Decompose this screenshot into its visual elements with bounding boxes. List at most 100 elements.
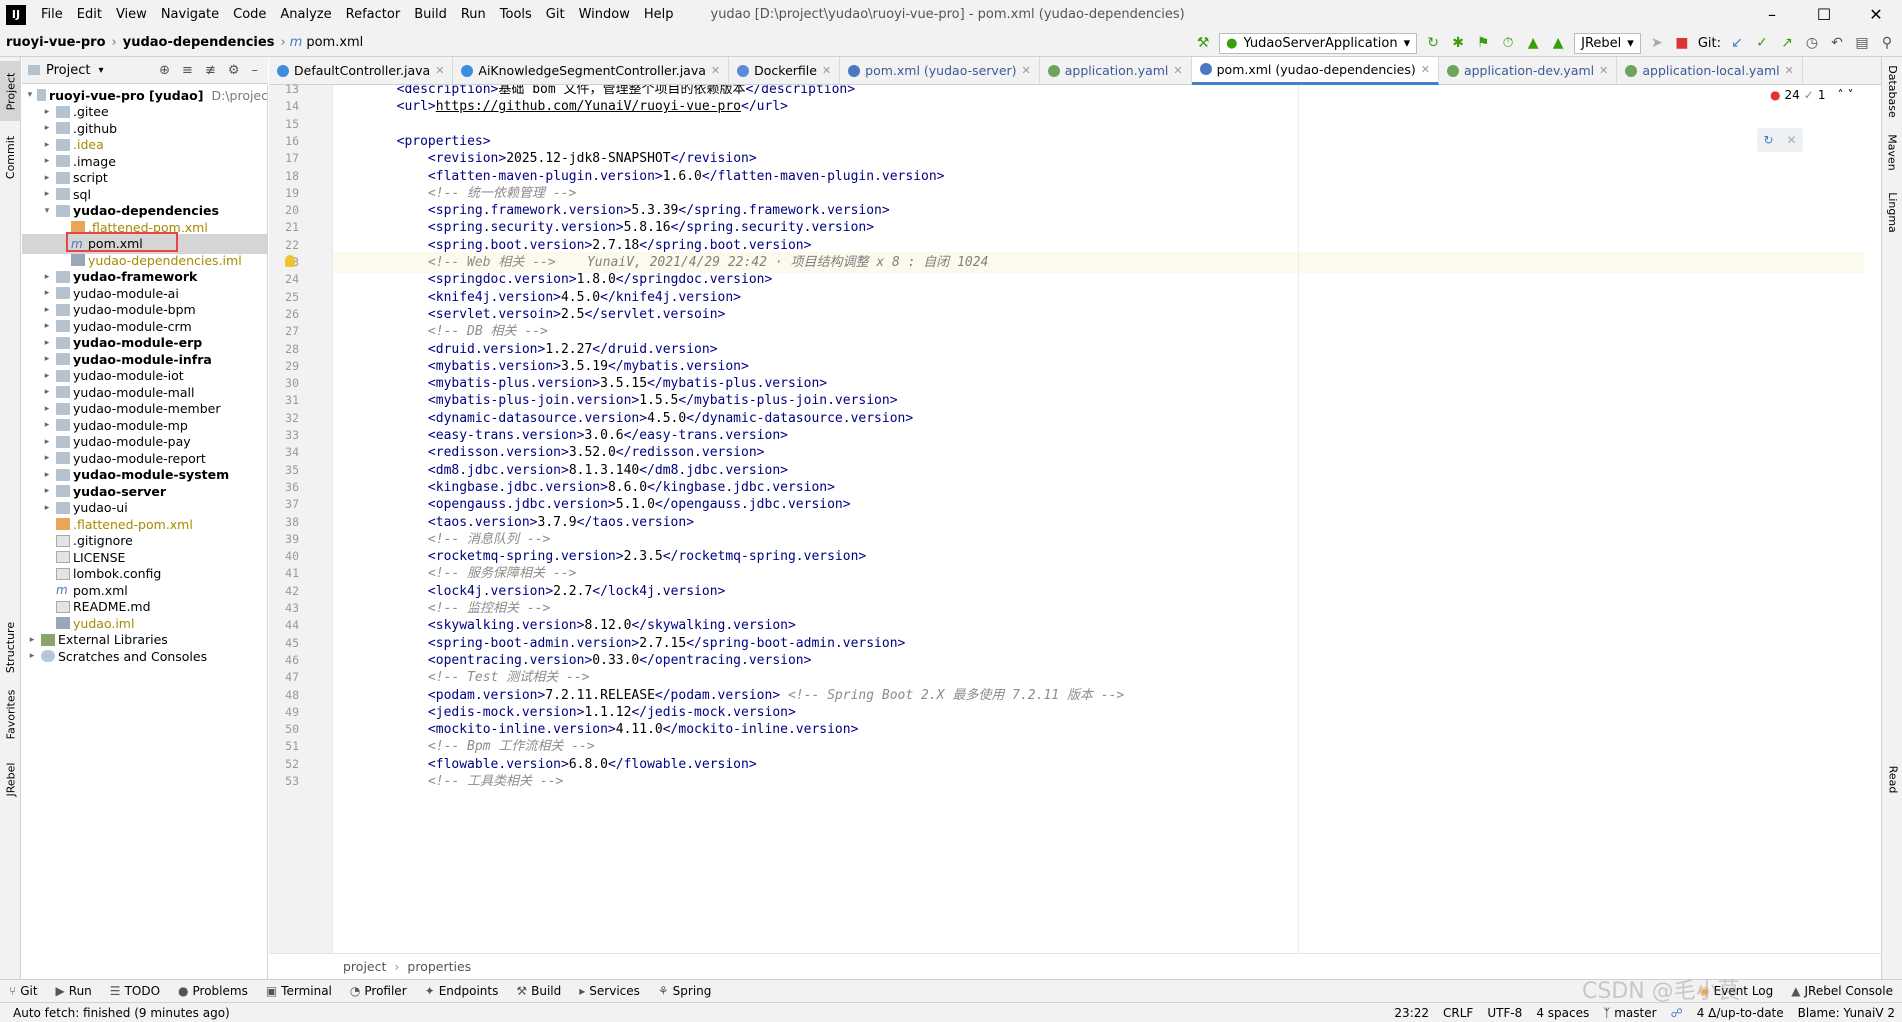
editor-tab[interactable]: application-dev.yaml ✕ xyxy=(1439,56,1618,85)
editor-tab[interactable]: pom.xml (yudao-dependencies) ✕ xyxy=(1191,56,1439,85)
locate-icon[interactable]: ⊕ xyxy=(159,63,170,78)
line-separator[interactable]: CRLF xyxy=(1436,1006,1480,1020)
close-tab-icon[interactable]: ✕ xyxy=(435,64,444,77)
expand-all-icon[interactable]: ≡ xyxy=(182,63,193,78)
chevron-right-icon[interactable]: ▸ xyxy=(41,140,53,150)
chevron-right-icon[interactable]: ▸ xyxy=(41,272,53,282)
chevron-right-icon[interactable]: ▸ xyxy=(41,486,53,496)
tab-favorites[interactable]: Favorites xyxy=(0,682,21,747)
tool-window-spring[interactable]: ⚘ Spring xyxy=(649,984,721,998)
close-tab-icon[interactable]: ✕ xyxy=(822,64,831,77)
attach-icon[interactable]: ➤ xyxy=(1648,34,1666,52)
chevron-right-icon[interactable]: ▸ xyxy=(41,156,53,166)
chevron-up-icon[interactable]: ˄ xyxy=(1837,88,1843,102)
breadcrumb-file[interactable]: pom.xml xyxy=(302,35,367,50)
menu-item-window[interactable]: Window xyxy=(572,0,637,29)
history-icon[interactable]: ◷ xyxy=(1803,34,1821,52)
chevron-right-icon[interactable]: ▸ xyxy=(41,437,53,447)
chevron-right-icon[interactable]: ▸ xyxy=(41,404,53,414)
tool-window-event-log[interactable]: ◉ Event Log xyxy=(1690,984,1782,998)
project-view-select[interactable]: Project xyxy=(46,63,90,78)
maven-reload-popup[interactable]: ↻ ✕ xyxy=(1757,128,1803,152)
menu-item-help[interactable]: Help xyxy=(637,0,681,29)
close-tab-icon[interactable]: ✕ xyxy=(1785,64,1794,77)
editor-tab[interactable]: application.yaml ✕ xyxy=(1040,56,1192,85)
tool-window-problems[interactable]: ● Problems xyxy=(169,984,257,998)
menu-item-tools[interactable]: Tools xyxy=(493,0,539,29)
chevron-right-icon[interactable]: ▸ xyxy=(41,387,53,397)
tool-window-run[interactable]: ▶ Run xyxy=(47,984,101,998)
gear-icon[interactable]: ⚙ xyxy=(228,63,240,78)
chevron-right-icon[interactable]: ▸ xyxy=(41,321,53,331)
editor-tab[interactable]: application-local.yaml ✕ xyxy=(1617,56,1803,85)
tool-window-todo[interactable]: ☰ TODO xyxy=(101,984,169,998)
tab-lingma[interactable]: Lingma xyxy=(1882,185,1902,240)
editor-tab[interactable]: AiKnowledgeSegmentController.java ✕ xyxy=(453,56,730,85)
jrebel-debug-icon[interactable]: ▲ xyxy=(1549,34,1567,52)
code-line[interactable]: <!-- 工具类相关 --> xyxy=(334,771,1864,792)
close-tab-icon[interactable]: ✕ xyxy=(1421,63,1430,76)
menu-item-navigate[interactable]: Navigate xyxy=(154,0,226,29)
menu-item-view[interactable]: View xyxy=(109,0,154,29)
tab-database[interactable]: Database xyxy=(1882,61,1902,121)
chevron-right-icon[interactable]: ▸ xyxy=(41,470,53,480)
close-tab-icon[interactable]: ✕ xyxy=(1599,64,1608,77)
tab-jrebel[interactable]: JRebel xyxy=(0,752,21,807)
editor-tab[interactable]: Dockerfile ✕ xyxy=(729,56,841,85)
chevron-down-icon[interactable]: ▾ xyxy=(41,206,53,216)
tool-window-jrebel-console[interactable]: ▲ JRebel Console xyxy=(1782,984,1902,998)
tab-commit[interactable]: Commit xyxy=(0,127,21,187)
maximize-icon[interactable]: ☐ xyxy=(1798,0,1850,29)
blame-info[interactable]: Blame: YunaiV 2 xyxy=(1791,1006,1902,1020)
chevron-right-icon[interactable]: ▸ xyxy=(41,288,53,298)
rollback-icon[interactable]: ↶ xyxy=(1828,34,1846,52)
chevron-right-icon[interactable]: ▸ xyxy=(41,338,53,348)
menu-item-refactor[interactable]: Refactor xyxy=(339,0,408,29)
chevron-right-icon[interactable]: ▸ xyxy=(26,651,38,661)
tool-window-endpoints[interactable]: ✦ Endpoints xyxy=(416,984,508,998)
breadcrumb-module[interactable]: yudao-dependencies xyxy=(117,35,281,50)
status-message[interactable]: Auto fetch: finished (9 minutes ago) xyxy=(6,1006,237,1020)
tab-read[interactable]: Read xyxy=(1882,757,1902,802)
chevron-down-icon[interactable]: ˅ xyxy=(1847,88,1853,102)
menu-item-run[interactable]: Run xyxy=(454,0,493,29)
crumb-project[interactable]: project xyxy=(269,959,386,974)
update-status[interactable]: 4 Δ/up-to-date xyxy=(1690,1006,1791,1020)
jrebel-select[interactable]: JRebel ▾ xyxy=(1574,32,1641,54)
lock-icon[interactable]: ☍ xyxy=(1664,1006,1690,1020)
profile-icon[interactable]: ⏱ xyxy=(1499,34,1517,52)
crumb-properties[interactable]: properties xyxy=(407,959,471,974)
chevron-right-icon[interactable]: ▸ xyxy=(41,420,53,430)
chevron-right-icon[interactable]: ▸ xyxy=(41,107,53,117)
menu-item-build[interactable]: Build xyxy=(407,0,454,29)
stop-icon[interactable]: ■ xyxy=(1673,34,1691,52)
rerun-icon[interactable]: ↻ xyxy=(1424,34,1442,52)
close-icon[interactable]: ✕ xyxy=(1850,0,1902,29)
git-update-icon[interactable]: ↙ xyxy=(1728,34,1746,52)
chevron-right-icon[interactable]: ▸ xyxy=(41,354,53,364)
breadcrumb-project[interactable]: ruoyi-vue-pro xyxy=(0,35,112,50)
chevron-down-icon[interactable]: ▾ xyxy=(26,90,34,100)
menu-item-analyze[interactable]: Analyze xyxy=(273,0,338,29)
maven-reload-icon[interactable]: ↻ xyxy=(1763,133,1773,147)
git-commit-icon[interactable]: ✓ xyxy=(1753,34,1771,52)
project-structure-icon[interactable]: ▤ xyxy=(1853,34,1871,52)
tool-window-services[interactable]: ▸ Services xyxy=(570,984,649,998)
tab-project[interactable]: Project xyxy=(0,61,21,121)
git-branch-widget[interactable]: ᛉ master xyxy=(1596,1006,1663,1020)
menu-item-file[interactable]: File xyxy=(34,0,70,29)
jrebel-run-icon[interactable]: ▲ xyxy=(1524,34,1542,52)
tool-window-build[interactable]: ⚒ Build xyxy=(507,984,570,998)
git-push-icon[interactable]: ↗ xyxy=(1778,34,1796,52)
menu-item-code[interactable]: Code xyxy=(226,0,273,29)
close-tab-icon[interactable]: ✕ xyxy=(1173,64,1182,77)
coverage-icon[interactable]: ⚑ xyxy=(1474,34,1492,52)
menu-item-git[interactable]: Git xyxy=(539,0,572,29)
tool-window-profiler[interactable]: ◔ Profiler xyxy=(341,984,416,998)
minimize-icon[interactable]: – xyxy=(1746,0,1798,29)
caret-position[interactable]: 23:22 xyxy=(1387,1006,1436,1020)
search-icon[interactable]: ⚲ xyxy=(1878,34,1896,52)
menu-item-edit[interactable]: Edit xyxy=(70,0,109,29)
close-icon[interactable]: ✕ xyxy=(1786,133,1796,147)
file-encoding[interactable]: UTF-8 xyxy=(1480,1006,1529,1020)
